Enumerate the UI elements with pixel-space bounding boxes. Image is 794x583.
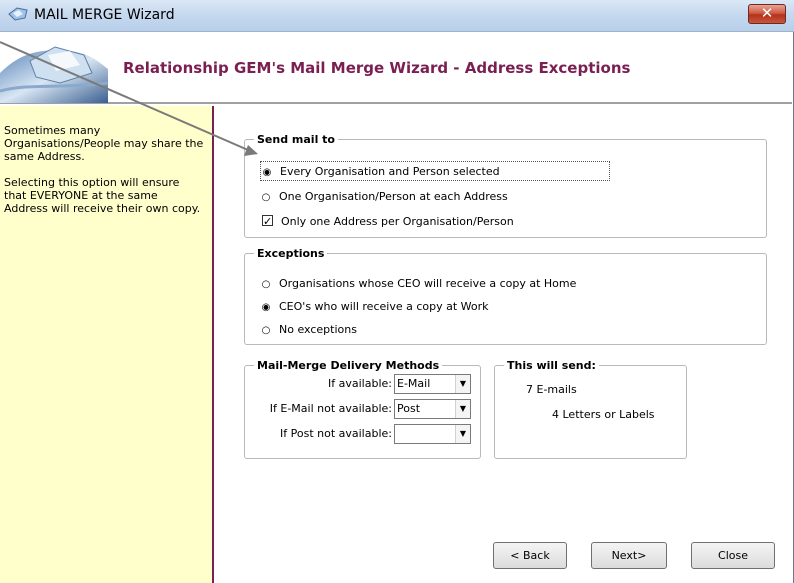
if-email-not-available-select[interactable]: Post ▼: [394, 399, 471, 419]
help-text-2: Selecting this option will ensure that E…: [4, 176, 201, 215]
checkbox-box: ✓: [262, 215, 273, 228]
emails-count: 7 E-mails: [526, 383, 577, 396]
help-panel: Sometimes many Organisations/People may …: [0, 106, 214, 583]
if-available-label: If available:: [328, 377, 392, 390]
window-title: MAIL MERGE Wizard: [34, 7, 175, 23]
exceptions-legend: Exceptions: [257, 247, 325, 260]
main-panel: Send mail to ◉ Every Organisation and Per…: [216, 106, 792, 583]
help-text-1: Sometimes many Organisations/People may …: [4, 124, 204, 163]
this-will-send-legend: This will send:: [507, 359, 596, 372]
chevron-down-icon[interactable]: ▼: [455, 400, 470, 418]
chevron-down-icon[interactable]: ▼: [455, 375, 470, 393]
radio-every-org[interactable]: ◉ Every Organisation and Person selected: [260, 161, 610, 181]
radio-ceo-home[interactable]: ○ Organisations whose CEO will receive a …: [260, 274, 577, 294]
if-post-not-available-label: If Post not available:: [280, 427, 392, 440]
radio-unselected-icon: ○: [261, 192, 271, 203]
radio-ceo-work-label: CEO's who will receive a copy at Work: [279, 300, 489, 313]
radio-ceo-home-label: Organisations whose CEO will receive a c…: [279, 277, 577, 290]
close-button[interactable]: Close: [691, 542, 775, 569]
mail-merge-window: MAIL MERGE Wizard ✕ Relationship GEM's M…: [0, 0, 794, 583]
if-email-not-available-value: Post: [397, 402, 421, 415]
radio-selected-icon: ◉: [261, 302, 271, 313]
back-button[interactable]: < Back: [493, 542, 567, 569]
close-icon: ✕: [760, 4, 774, 22]
radio-no-exceptions[interactable]: ○ No exceptions: [260, 320, 357, 340]
if-post-not-available-select[interactable]: ▼: [394, 424, 471, 444]
radio-every-org-label: Every Organisation and Person selected: [280, 165, 500, 178]
radio-one-per-address[interactable]: ○ One Organisation/Person at each Address: [260, 187, 508, 207]
banner-title: Relationship GEM's Mail Merge Wizard - A…: [123, 59, 631, 77]
check-icon: ✓: [263, 215, 273, 228]
app-icon: [8, 7, 28, 21]
gem-logo: [0, 33, 108, 103]
delivery-legend: Mail-Merge Delivery Methods: [257, 359, 440, 372]
send-mail-legend: Send mail to: [257, 133, 335, 146]
radio-ceo-work[interactable]: ◉ CEO's who will receive a copy at Work: [260, 297, 489, 317]
title-bar: MAIL MERGE Wizard ✕: [0, 0, 794, 32]
letters-count: 4 Letters or Labels: [552, 408, 655, 421]
radio-selected-icon: ◉: [262, 167, 272, 178]
next-button[interactable]: Next>: [591, 542, 667, 569]
checkbox-one-address[interactable]: ✓ Only one Address per Organisation/Perso…: [262, 212, 514, 232]
radio-unselected-icon: ○: [261, 325, 271, 336]
banner: Relationship GEM's Mail Merge Wizard - A…: [0, 33, 792, 104]
chevron-down-icon[interactable]: ▼: [455, 425, 470, 443]
radio-unselected-icon: ○: [261, 279, 271, 290]
radio-no-exceptions-label: No exceptions: [279, 323, 357, 336]
if-available-value: E-Mail: [397, 377, 431, 390]
if-email-not-available-label: If E-Mail not available:: [269, 402, 392, 415]
if-available-select[interactable]: E-Mail ▼: [394, 374, 471, 394]
checkbox-one-address-label: Only one Address per Organisation/Person: [281, 215, 514, 228]
window-close-button[interactable]: ✕: [748, 4, 786, 24]
radio-one-per-address-label: One Organisation/Person at each Address: [279, 190, 508, 203]
